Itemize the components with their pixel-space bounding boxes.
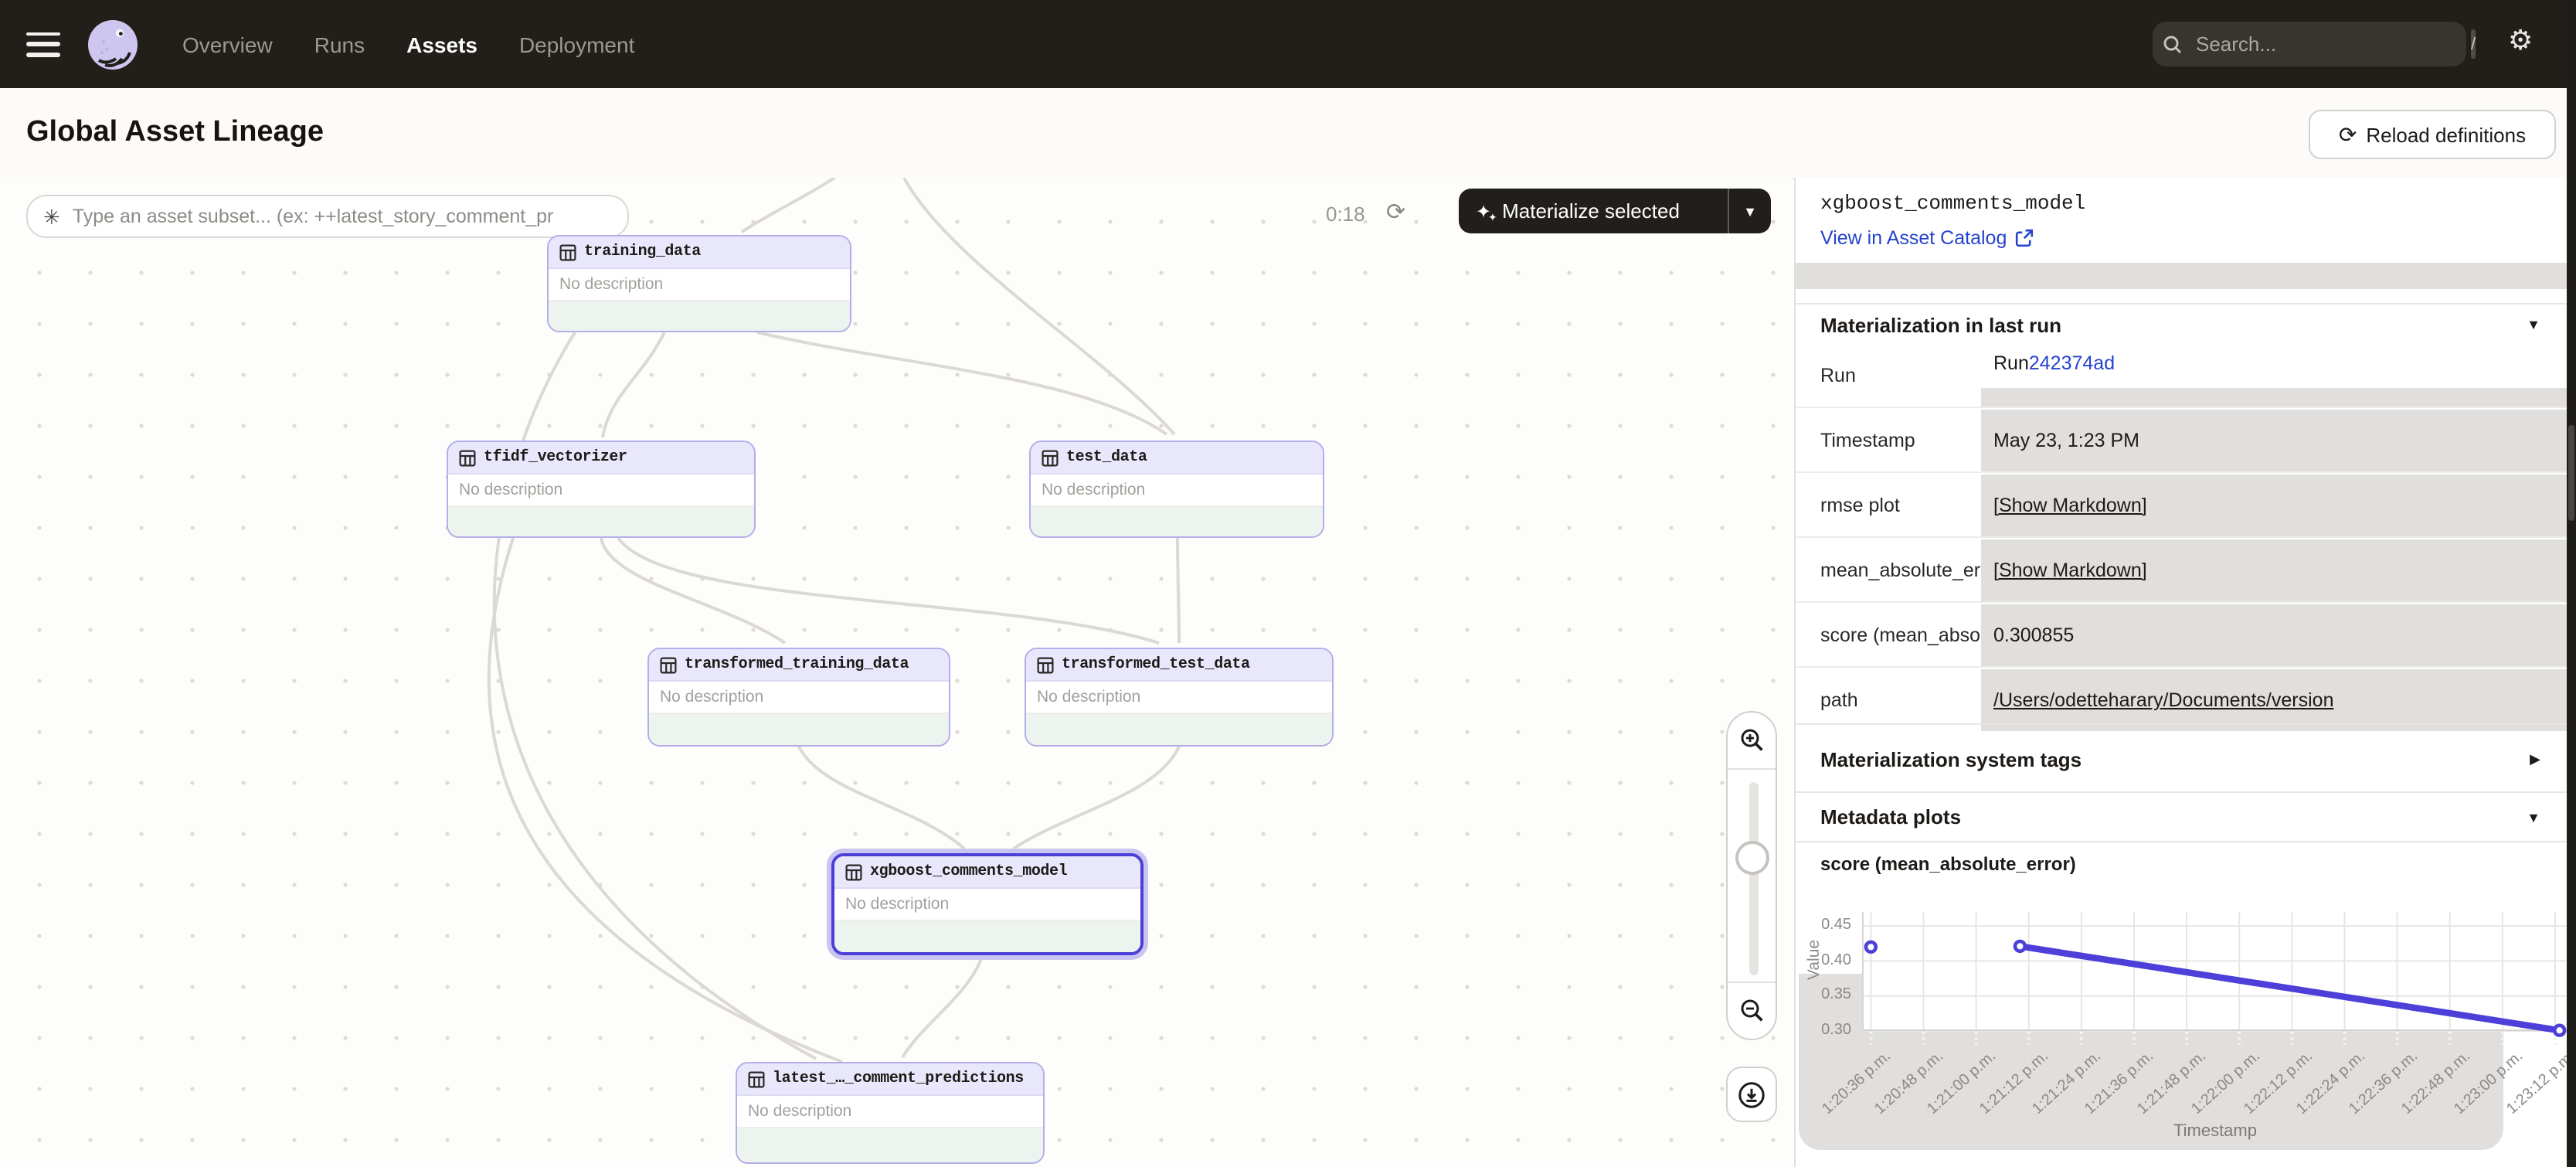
asset-node-transformed-test-data[interactable]: transformed_test_data No description Mat…	[1025, 648, 1334, 747]
table-row: path /Users/odetteharary/Documents/versi…	[1796, 666, 2567, 731]
materialize-dropdown-caret[interactable]: ▼	[1729, 203, 1771, 219]
asset-subset-filter[interactable]: ✳	[26, 195, 629, 238]
nav-items: Overview Runs Assets Deployment	[182, 32, 634, 56]
y-tick-label: 0.30	[1796, 1022, 1851, 1039]
chart-x-axis-label: Timestamp	[1862, 1122, 2567, 1141]
materialize-selected-button[interactable]: ✦✦ Materialize selected ▼	[1459, 189, 1771, 233]
table-icon	[660, 656, 677, 673]
table-icon	[845, 863, 862, 880]
asset-node-tfidf-vectorizer[interactable]: tfidf_vectorizer No description Material…	[447, 441, 756, 538]
y-tick-label: 0.40	[1796, 951, 1851, 968]
page-scrollbar[interactable]	[2567, 0, 2576, 1167]
zoom-out-icon	[1738, 997, 1765, 1025]
page-scrollbar-thumb[interactable]	[2568, 425, 2574, 521]
table-row: Run Run 242374ad	[1796, 343, 2567, 407]
search-input[interactable]	[2193, 31, 2471, 57]
table-row: rmse plot [Show Markdown]	[1796, 471, 2567, 536]
x-tick-label: 1:23:12 p.m.	[2503, 1048, 2567, 1118]
table-row: score (mean_absolute_error) 0.300855	[1796, 601, 2567, 666]
section-materialization-system-tags[interactable]: Materialization system tags ▶	[1796, 723, 2567, 793]
download-graph-button[interactable]	[1726, 1067, 1777, 1122]
download-icon	[1737, 1080, 1766, 1109]
zoom-out-button[interactable]	[1728, 982, 1776, 1039]
zoom-in-icon	[1738, 726, 1765, 754]
chevron-down-icon: ▼	[2527, 809, 2540, 825]
global-search[interactable]: /	[2153, 22, 2466, 66]
table-icon	[1042, 449, 1059, 466]
section-metadata-plots[interactable]: Metadata plots ▼	[1796, 791, 2567, 842]
asset-graph-pane[interactable]: ✳ 0:18 ⟳ ✦✦ Materialize selected ▼ train…	[0, 178, 1793, 1167]
asset-title: xgboost_comments_model	[1820, 192, 2085, 215]
asset-details-panel: xgboost_comments_model View in Asset Cat…	[1794, 178, 2567, 1167]
external-link-icon	[2014, 229, 2033, 247]
show-markdown-link[interactable]: [Show Markdown]	[1993, 560, 2147, 581]
y-tick-label: 0.45	[1796, 917, 1851, 934]
hamburger-menu-icon[interactable]	[26, 32, 60, 56]
page-header: Global Asset Lineage ⟳ Reload definition…	[0, 88, 2567, 179]
nav-item-overview[interactable]: Overview	[182, 32, 273, 56]
zoom-slider-track[interactable]	[1748, 782, 1758, 975]
zoom-slider-thumb[interactable]	[1735, 841, 1769, 875]
view-in-asset-catalog-link[interactable]: View in Asset Catalog	[1820, 227, 2033, 249]
metric-plot-title: score (mean_absolute_error)	[1820, 853, 2076, 875]
asset-node-test-data[interactable]: test_data No description MaterializedMay…	[1029, 441, 1324, 538]
nav-item-deployment[interactable]: Deployment	[519, 32, 634, 56]
asset-node-xgboost-comments-model[interactable]: xgboost_comments_model No description Ma…	[831, 853, 1144, 955]
metric-line-chart[interactable]	[1862, 912, 2567, 1031]
dagster-app: Overview Runs Assets Deployment / ⚙ Glob…	[0, 0, 2576, 1167]
table-icon	[559, 243, 576, 260]
nav-item-runs[interactable]: Runs	[314, 32, 365, 56]
refresh-timer: 0:18	[1326, 202, 1365, 226]
table-icon	[748, 1070, 765, 1087]
zoom-in-button[interactable]	[1728, 713, 1776, 770]
run-id-link[interactable]: 242374ad	[2029, 352, 2115, 374]
path-link[interactable]: /Users/odetteharary/Documents/version	[1993, 689, 2333, 711]
chevron-right-icon: ▶	[2530, 750, 2540, 767]
section-materialization-in-last-run[interactable]: Materialization in last run ▼	[1796, 303, 2567, 345]
reload-definitions-button[interactable]: ⟳ Reload definitions	[2309, 110, 2556, 159]
table-icon	[1037, 656, 1054, 673]
y-tick-label: 0.35	[1796, 987, 1851, 1004]
chevron-down-icon: ▼	[2527, 317, 2540, 332]
refresh-icon: ⟳	[2339, 124, 2357, 145]
chart-y-ticks: 0.30 0.35 0.40 0.45	[1796, 912, 1854, 1036]
table-icon	[459, 449, 476, 466]
table-row: Timestamp May 23, 1:23 PM	[1796, 407, 2567, 471]
asset-node-transformed-training-data[interactable]: transformed_training_data No description…	[647, 648, 950, 747]
op-selector-icon: ✳	[43, 206, 60, 226]
asset-node-training-data[interactable]: training_data No description Materialize…	[547, 235, 851, 332]
search-shortcut-badge: /	[2471, 29, 2476, 59]
gear-icon[interactable]: ⚙	[2508, 26, 2533, 54]
asset-subset-input[interactable]	[70, 204, 627, 229]
show-markdown-link[interactable]: [Show Markdown]	[1993, 495, 2147, 516]
search-icon	[2153, 32, 2193, 56]
asset-node-latest-comment-predictions[interactable]: latest_…_comment_predictions No descript…	[736, 1062, 1045, 1164]
last-run-metadata-table: Run Run 242374ad Timestamp May 23, 1:23 …	[1796, 343, 2567, 731]
nav-item-assets[interactable]: Assets	[406, 32, 477, 56]
top-nav: Overview Runs Assets Deployment / ⚙	[0, 0, 2576, 88]
sparkle-icon: ✦✦	[1476, 202, 1491, 220]
zoom-controls	[1726, 711, 1777, 1040]
page-title: Global Asset Lineage	[26, 116, 324, 150]
dagster-logo[interactable]	[87, 18, 139, 70]
panel-scroll-band	[1796, 263, 2567, 289]
table-row: mean_absolute_error plot [Show Markdown]	[1796, 536, 2567, 601]
refresh-graph-icon[interactable]: ⟳	[1386, 198, 1405, 226]
